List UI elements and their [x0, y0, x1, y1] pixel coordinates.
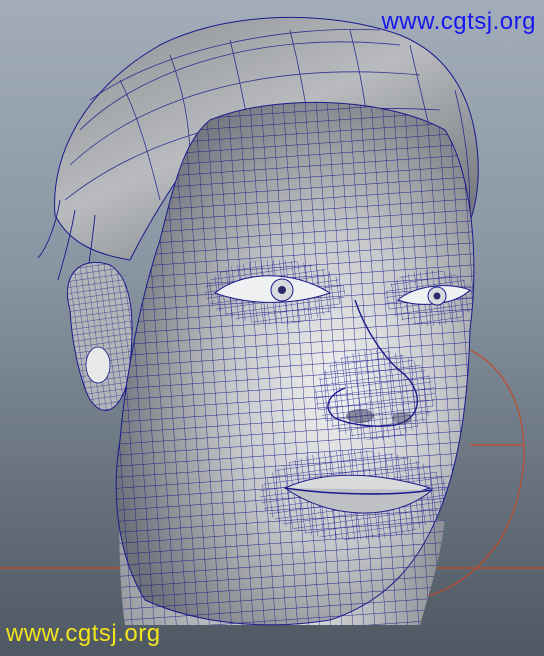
- ear: [66, 261, 133, 411]
- 3d-viewport[interactable]: www.cgtsj.org www.cgtsj.org: [0, 0, 544, 656]
- head-model: [0, 16, 544, 626]
- watermark-top: www.cgtsj.org: [381, 8, 536, 35]
- watermark-bottom: www.cgtsj.org: [6, 620, 161, 647]
